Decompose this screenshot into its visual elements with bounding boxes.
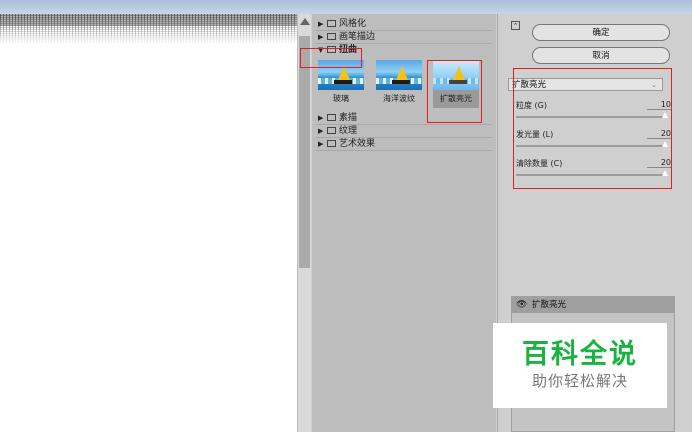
watermark-subtitle: 助你轻松解决: [531, 372, 628, 390]
category-label: 素描: [339, 113, 358, 123]
scrollbar-thumb[interactable]: [299, 36, 310, 268]
folder-icon: [327, 127, 336, 134]
preview-image-top: [0, 14, 297, 26]
watermark-title: 百科全说: [522, 339, 638, 370]
filter-thumb-label: 玻璃: [333, 94, 349, 103]
preview-scrollbar[interactable]: [297, 14, 311, 432]
folder-icon: [327, 140, 336, 147]
preview-canvas[interactable]: [0, 14, 297, 432]
scroll-up-icon[interactable]: [300, 18, 310, 25]
collapsed-arrow-icon[interactable]: ▶: [318, 112, 327, 124]
category-label: 纹理: [339, 126, 358, 136]
effect-layer-label: 扩散亮光: [532, 300, 567, 310]
category-artistic[interactable]: ▶ 艺术效果: [312, 138, 492, 150]
window-title-strip: [0, 0, 692, 14]
folder-icon: [327, 114, 336, 121]
category-label: 画笔描边: [339, 32, 376, 42]
category-stylize[interactable]: ▶ 风格化: [312, 18, 492, 30]
collapsed-arrow-icon[interactable]: ▶: [318, 138, 327, 150]
highlight-box-diffuse-glow: [427, 60, 482, 123]
cancel-button[interactable]: 取消: [532, 47, 670, 64]
filter-preview-image: [376, 60, 422, 90]
ok-button[interactable]: 确定: [532, 24, 670, 41]
watermark: 百科全说 助你轻松解决: [493, 323, 667, 408]
filter-thumb-ocean-ripple[interactable]: 海洋波纹: [376, 60, 422, 104]
category-texture[interactable]: ▶ 纹理: [312, 125, 492, 137]
category-brush-strokes[interactable]: ▶ 画笔描边: [312, 31, 492, 43]
highlight-box-settings: [513, 68, 672, 189]
category-label: 艺术效果: [339, 139, 376, 149]
collapsed-arrow-icon[interactable]: ▶: [318, 18, 327, 30]
eye-icon[interactable]: 👁: [516, 297, 527, 313]
collapsed-arrow-icon[interactable]: ▶: [318, 31, 327, 43]
folder-icon: [327, 33, 336, 40]
collapsed-arrow-icon[interactable]: ▶: [318, 125, 327, 137]
collapse-panel-icon[interactable]: ⌃: [511, 21, 520, 30]
category-label: 风格化: [339, 19, 367, 29]
highlight-box-distort: [300, 48, 362, 68]
divider: [316, 150, 492, 151]
effect-layer-row[interactable]: 👁 扩散亮光: [512, 297, 674, 313]
filter-thumb-label: 海洋波纹: [383, 94, 415, 103]
folder-icon: [327, 20, 336, 27]
